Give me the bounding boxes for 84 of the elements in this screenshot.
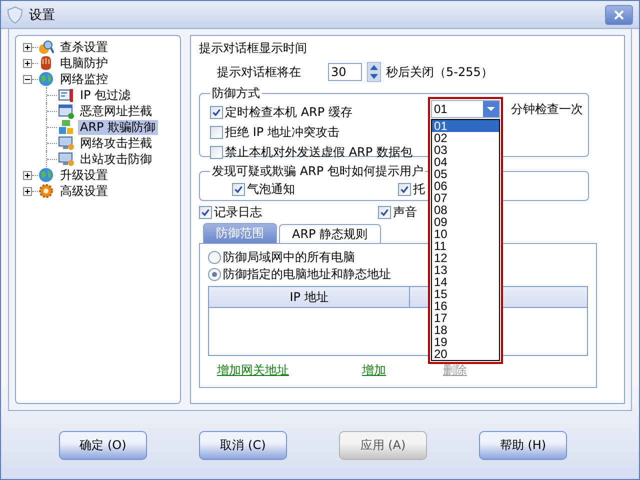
- tree-item[interactable]: 出站攻击防御: [78, 152, 154, 166]
- tab[interactable]: ARP 静态规则: [279, 224, 381, 243]
- tree-item[interactable]: 高级设置: [58, 184, 110, 198]
- radio-label: 防御指定的电脑地址和静态地址: [223, 266, 391, 283]
- dropdown-option[interactable]: 17: [432, 312, 499, 324]
- checkbox[interactable]: [398, 182, 411, 196]
- checkbox[interactable]: [210, 126, 223, 138]
- dropdown-option[interactable]: 10: [432, 228, 499, 240]
- tree-item[interactable]: IP 包过滤: [78, 88, 133, 102]
- network-icon: [58, 119, 74, 135]
- dropdown-option[interactable]: 13: [432, 264, 499, 276]
- link[interactable]: 增加网关地址: [217, 362, 362, 378]
- checkbox[interactable]: [378, 206, 391, 218]
- close-icon: [614, 10, 624, 20]
- checkbox-label: 气泡通知: [247, 180, 295, 198]
- dropdown-option[interactable]: 01: [432, 120, 499, 132]
- globe-icon: [38, 71, 54, 87]
- dropdown-option[interactable]: 06: [432, 180, 499, 192]
- expand-icon[interactable]: [23, 170, 32, 180]
- dropdown-option[interactable]: 14: [432, 276, 499, 288]
- dialog-button[interactable]: 帮助 (H): [479, 430, 567, 460]
- tree-item[interactable]: ARP 欺骗防御: [78, 120, 158, 134]
- dropdown-option[interactable]: 02: [432, 132, 499, 144]
- dropdown[interactable]: 01 01 02 03 04 05 06 07 08 09 10 11 12 13 14 15 16 17 18 19 20: [428, 97, 503, 364]
- dropdown-value: 01: [434, 102, 448, 116]
- tree-item[interactable]: 网络监控: [58, 72, 110, 86]
- checkbox-label: 声音: [393, 204, 417, 220]
- checkbox-label: 记录日志: [214, 204, 262, 220]
- spinner[interactable]: [367, 62, 381, 82]
- tree-item[interactable]: 升级设置: [58, 168, 110, 182]
- checkbox-label: 禁止本机对外发送虚假 ARP 数据包: [225, 144, 412, 160]
- group-title: 发现可疑或欺骗 ARP 包时如何提示用户: [211, 163, 424, 180]
- dropdown-option[interactable]: 18: [432, 324, 499, 336]
- section-title: 提示对话框显示时间: [199, 40, 308, 56]
- search-icon: [38, 39, 54, 55]
- dropdown-option[interactable]: 05: [432, 168, 499, 180]
- interval-suffix: 分钟检查一次: [511, 101, 583, 118]
- dropdown-option[interactable]: 08: [432, 204, 499, 216]
- radio-button[interactable]: [208, 251, 221, 264]
- checkbox[interactable]: [199, 206, 212, 218]
- expand-icon[interactable]: [23, 42, 32, 52]
- tree-item[interactable]: 电脑防护: [58, 56, 110, 70]
- field-label: 提示对话框将在: [217, 64, 302, 80]
- column-header: IP 地址: [209, 287, 410, 307]
- monitor-icon: [58, 135, 74, 151]
- checkbox[interactable]: [210, 146, 223, 158]
- tree-item[interactable]: 网络攻击拦截: [78, 136, 154, 150]
- tree-item[interactable]: 恶意网址拦截: [78, 104, 154, 118]
- seconds-field[interactable]: 30: [328, 63, 362, 81]
- expand-icon[interactable]: [23, 186, 32, 196]
- checkbox[interactable]: [210, 106, 223, 118]
- dropdown-option[interactable]: 12: [432, 252, 499, 264]
- shield-icon: [7, 6, 23, 24]
- checkbox-label: 拒绝 IP 地址冲突攻击: [225, 124, 340, 140]
- collapse-icon[interactable]: [23, 74, 32, 84]
- radio-label: 防御局域网中的所有电脑: [223, 249, 355, 266]
- radio-button[interactable]: [208, 268, 221, 281]
- checkbox-label: 托: [413, 180, 425, 198]
- dropdown-option[interactable]: 16: [432, 300, 499, 312]
- dropdown-option[interactable]: 07: [432, 192, 499, 204]
- dropdown-option[interactable]: 11: [432, 240, 499, 252]
- dropdown-option[interactable]: 09: [432, 216, 499, 228]
- gear-icon: [38, 183, 54, 199]
- group-title: 防御方式: [211, 85, 261, 102]
- close-button[interactable]: [605, 4, 633, 24]
- field-suffix: 秒后关闭（5-255）: [386, 64, 493, 80]
- dialog-button[interactable]: 取消 (C): [199, 430, 287, 460]
- globe-icon: [38, 167, 54, 183]
- window-title: 设置: [29, 6, 56, 24]
- dialog-button[interactable]: 确定 (O): [59, 430, 147, 460]
- checkbox[interactable]: [232, 182, 245, 196]
- expand-icon[interactable]: [23, 58, 32, 68]
- filter-icon: [58, 87, 74, 103]
- dropdown-option[interactable]: 19: [432, 336, 499, 348]
- window-icon: [58, 103, 74, 119]
- dropdown-option[interactable]: 03: [432, 144, 499, 156]
- link[interactable]: 增加: [362, 362, 443, 378]
- glove-icon: [38, 55, 54, 71]
- dropdown-option[interactable]: 15: [432, 288, 499, 300]
- checkbox-label: 定时检查本机 ARP 缓存: [225, 104, 352, 120]
- dropdown-option[interactable]: 20: [432, 348, 499, 360]
- monitor-icon: [58, 151, 74, 167]
- tree-item[interactable]: 查杀设置: [58, 40, 110, 54]
- dropdown-option[interactable]: 04: [432, 156, 499, 168]
